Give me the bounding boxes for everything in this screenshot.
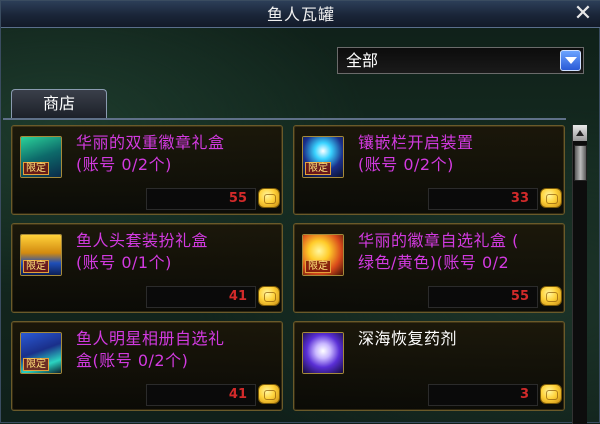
category-dropdown[interactable]: 全部: [337, 47, 584, 74]
item-icon-socket-opener: 限定: [302, 136, 344, 178]
window-title: 鱼人瓦罐: [266, 5, 335, 24]
item-price: 33: [510, 191, 529, 206]
limited-badge: 限定: [23, 162, 49, 175]
tab-divider: [3, 118, 566, 120]
tab-shop[interactable]: 商店: [11, 89, 107, 119]
shop-item-card[interactable]: 限定 鱼人明星相册自选礼 盒(账号 0/2个) 41: [11, 321, 283, 411]
shop-item-card[interactable]: 深海恢复药剂 3: [293, 321, 565, 411]
shop-item-card[interactable]: 限定 华丽的徽章自选礼盒 ( 绿色/黄色)(账号 0/2 55: [293, 223, 565, 313]
item-name: 华丽的双重徽章礼盒 (账号 0/2个): [76, 133, 225, 174]
scroll-thumb[interactable]: [574, 145, 587, 181]
close-icon[interactable]: ✕: [571, 2, 595, 26]
coin-icon: [540, 286, 562, 306]
title-bar[interactable]: 鱼人瓦罐 ✕: [1, 1, 600, 28]
item-price: 55: [510, 289, 529, 304]
coin-icon: [540, 188, 562, 208]
shop-item-card[interactable]: 限定 鱼人头套装扮礼盒 (账号 0/1个) 41: [11, 223, 283, 313]
price-bar: 33: [428, 188, 538, 210]
item-icon-fishman-helmet-box: 限定: [20, 234, 62, 276]
price-bar: 55: [146, 188, 256, 210]
item-name: 鱼人明星相册自选礼 盒(账号 0/2个): [76, 329, 225, 370]
chevron-down-icon[interactable]: [560, 50, 581, 71]
coin-icon: [258, 384, 280, 404]
item-name: 深海恢复药剂: [358, 329, 458, 348]
item-price: 41: [228, 289, 247, 304]
item-price: 55: [228, 191, 247, 206]
item-icon-deep-sea-potion: [302, 332, 344, 374]
limited-badge: 限定: [23, 358, 49, 371]
item-icon-badge-select-box: 限定: [302, 234, 344, 276]
price-bar: 41: [146, 286, 256, 308]
dropdown-selected-value: 全部: [346, 51, 379, 70]
price-bar: 55: [428, 286, 538, 308]
item-icon-star-album-box: 限定: [20, 332, 62, 374]
limited-badge: 限定: [23, 260, 49, 273]
limited-badge: 限定: [305, 260, 331, 273]
shop-item-card[interactable]: 限定 镶嵌栏开启装置 (账号 0/2个) 33: [293, 125, 565, 215]
shop-window: 鱼人瓦罐 ✕ 全部 商店 限定 华丽的双重徽章礼盒 (账号 0/2个) 55 限…: [0, 0, 600, 424]
item-price: 3: [519, 387, 529, 402]
item-price: 41: [228, 387, 247, 402]
tab-label: 商店: [42, 94, 75, 113]
coin-icon: [540, 384, 562, 404]
shop-item-card[interactable]: 限定 华丽的双重徽章礼盒 (账号 0/2个) 55: [11, 125, 283, 215]
price-bar: 41: [146, 384, 256, 406]
scroll-up-arrow-icon[interactable]: [573, 125, 587, 141]
item-name: 华丽的徽章自选礼盒 ( 绿色/黄色)(账号 0/2: [358, 231, 519, 272]
price-bar: 3: [428, 384, 538, 406]
item-name: 鱼人头套装扮礼盒 (账号 0/1个): [76, 231, 209, 272]
limited-badge: 限定: [305, 162, 331, 175]
item-list-scrollbar[interactable]: [572, 125, 587, 424]
coin-icon: [258, 188, 280, 208]
item-name: 镶嵌栏开启装置 (账号 0/2个): [358, 133, 474, 174]
item-icon-double-badge-box: 限定: [20, 136, 62, 178]
coin-icon: [258, 286, 280, 306]
